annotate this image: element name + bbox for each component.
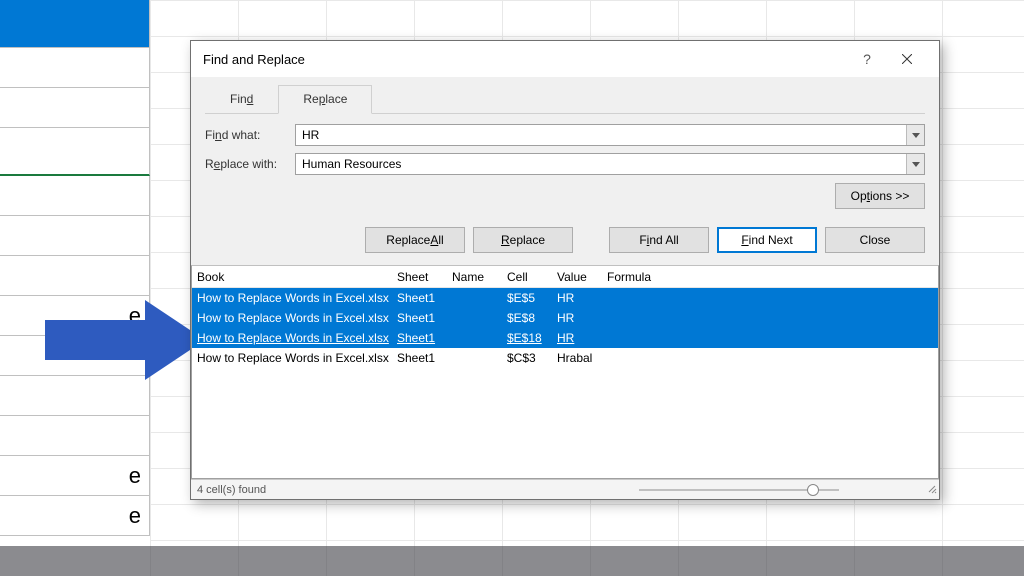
status-slider[interactable] — [639, 489, 839, 491]
app-statusbar — [0, 546, 1024, 576]
chevron-down-icon[interactable] — [906, 154, 924, 174]
replace-with-input[interactable]: Human Resources — [295, 153, 925, 175]
results-row[interactable]: How to Replace Words in Excel.xlsxSheet1… — [192, 288, 938, 308]
cell[interactable] — [0, 128, 150, 176]
slider-knob[interactable] — [807, 484, 819, 496]
find-what-value: HR — [302, 128, 319, 142]
find-what-label: Find what: — [205, 128, 295, 142]
spreadsheet-column: e e e — [0, 0, 150, 576]
col-value[interactable]: Value — [557, 270, 607, 284]
cell[interactable] — [0, 256, 150, 296]
cell[interactable] — [0, 0, 150, 48]
results-empty-area — [192, 368, 938, 478]
col-name[interactable]: Name — [452, 270, 507, 284]
close-button[interactable]: Close — [825, 227, 925, 253]
find-what-input[interactable]: HR — [295, 124, 925, 146]
tabs: Find Replace — [205, 85, 925, 114]
results-row[interactable]: How to Replace Words in Excel.xlsxSheet1… — [192, 308, 938, 328]
dialog-statusbar: 4 cell(s) found — [191, 479, 939, 499]
cell[interactable] — [0, 48, 150, 88]
replace-button[interactable]: Replace — [473, 227, 573, 253]
find-replace-dialog: Find and Replace ? Find Replace Find wha… — [190, 40, 940, 500]
col-book[interactable]: Book — [192, 270, 397, 284]
cell[interactable] — [0, 88, 150, 128]
cell[interactable]: e — [0, 456, 150, 496]
cell[interactable] — [0, 376, 150, 416]
results-header: Book Sheet Name Cell Value Formula — [192, 266, 938, 288]
resize-grip-icon[interactable] — [927, 484, 937, 497]
tab-find[interactable]: Find — [205, 85, 278, 113]
dialog-titlebar[interactable]: Find and Replace ? — [191, 41, 939, 77]
col-cell[interactable]: Cell — [507, 270, 557, 284]
callout-arrow — [45, 300, 205, 380]
help-button[interactable]: ? — [847, 41, 887, 77]
find-all-button[interactable]: Find All — [609, 227, 709, 253]
cell[interactable] — [0, 176, 150, 216]
replace-with-label: Replace with: — [205, 157, 295, 171]
dialog-title: Find and Replace — [203, 52, 847, 67]
results-row[interactable]: How to Replace Words in Excel.xlsxSheet1… — [192, 328, 938, 348]
chevron-down-icon[interactable] — [906, 125, 924, 145]
replace-with-value: Human Resources — [302, 157, 401, 171]
close-icon[interactable] — [887, 41, 927, 77]
options-button[interactable]: Options >> — [835, 183, 925, 209]
status-text: 4 cell(s) found — [197, 484, 266, 496]
cell[interactable] — [0, 416, 150, 456]
tab-replace[interactable]: Replace — [278, 85, 372, 114]
replace-all-button[interactable]: Replace All — [365, 227, 465, 253]
find-next-button[interactable]: Find Next — [717, 227, 817, 253]
results-row[interactable]: How to Replace Words in Excel.xlsxSheet1… — [192, 348, 938, 368]
cell[interactable] — [0, 216, 150, 256]
cell[interactable]: e — [0, 496, 150, 536]
col-formula[interactable]: Formula — [607, 270, 938, 284]
results-list: Book Sheet Name Cell Value Formula How t… — [191, 265, 939, 479]
col-sheet[interactable]: Sheet — [397, 270, 452, 284]
